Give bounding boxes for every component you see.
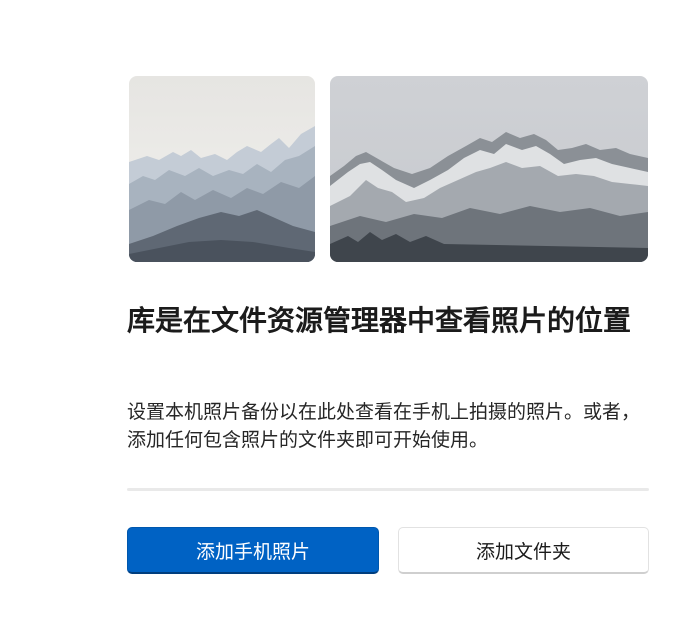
page-title: 库是在文件资源管理器中查看照片的位置 <box>127 304 632 337</box>
snowy-peaks-image <box>330 76 648 262</box>
description-text: 设置本机照片备份以在此处查看在手机上拍摄的照片。或者，添加任何包含照片的文件夹即… <box>127 401 641 451</box>
photos-library-empty-state: 库是在文件资源管理器中查看照片的位置 设置本机照片备份以在此处查看在手机上拍摄的… <box>0 0 691 634</box>
add-phone-photos-button[interactable]: 添加手机照片 <box>127 527 379 574</box>
misty-mountains-image <box>129 76 315 262</box>
divider <box>127 488 649 491</box>
add-folder-button[interactable]: 添加文件夹 <box>398 527 649 574</box>
